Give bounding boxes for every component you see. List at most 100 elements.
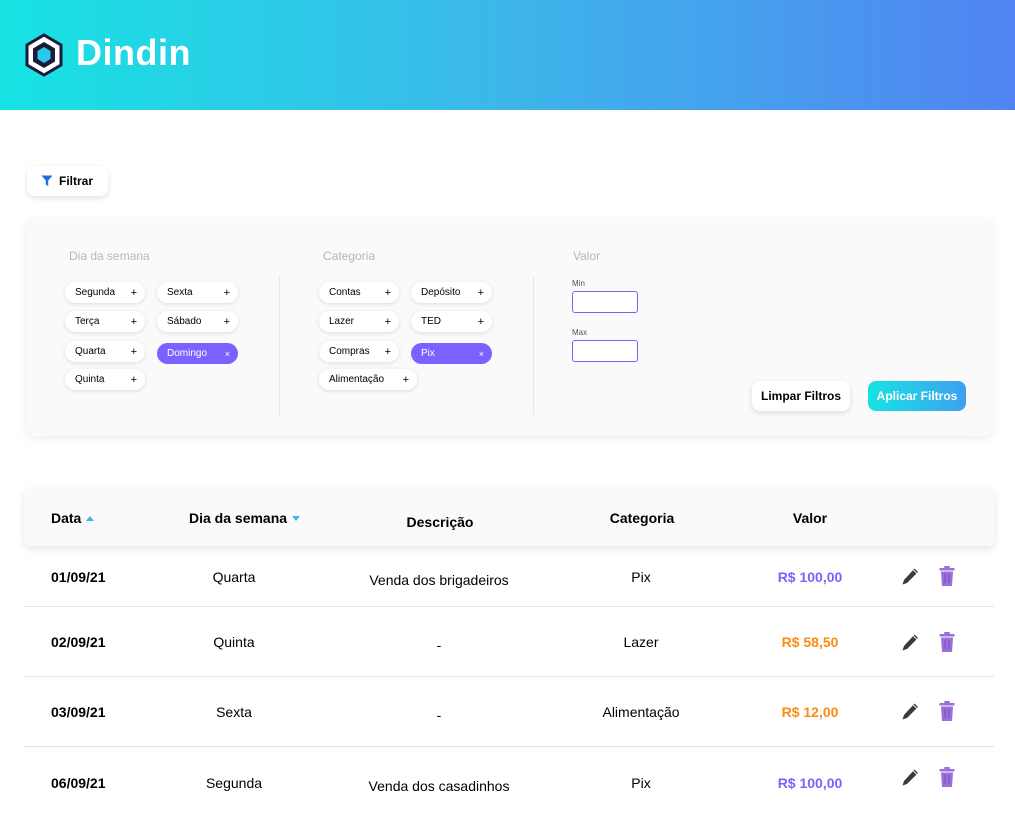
chip-label: Lazer (329, 316, 355, 327)
trash-icon[interactable] (937, 565, 957, 587)
plus-icon: + (384, 345, 391, 358)
filter-panel: Dia da semana Categoria Valor Segunda + … (26, 219, 993, 436)
plus-icon: + (223, 286, 230, 299)
trash-icon[interactable] (937, 700, 957, 722)
chip-deposito[interactable]: Depósito + (411, 282, 492, 303)
apply-filters-button[interactable]: Aplicar Filtros (868, 381, 966, 411)
table-row: 01/09/21 Quarta Venda dos brigadeiros Pi… (24, 548, 994, 607)
pencil-icon[interactable] (900, 632, 920, 654)
chip-ted[interactable]: TED + (411, 311, 492, 332)
chip-label: Contas (329, 287, 361, 298)
close-icon: × (224, 348, 230, 359)
chip-contas[interactable]: Contas + (319, 282, 399, 303)
weekday-filter-title: Dia da semana (69, 249, 150, 263)
max-label: Max (572, 328, 588, 337)
cell-category: Alimentação (602, 704, 680, 720)
cell-weekday: Sexta (216, 704, 252, 720)
chip-lazer[interactable]: Lazer + (319, 311, 399, 332)
chip-sabado[interactable]: Sábado + (157, 311, 238, 332)
cell-value: R$ 100,00 (777, 775, 843, 791)
column-header-label: Categoria (609, 510, 675, 526)
column-header-description: Descrição (407, 514, 474, 530)
min-label: Min (572, 279, 585, 288)
min-value-input[interactable] (572, 291, 638, 313)
divider (533, 277, 534, 415)
column-header-label: Valor (792, 510, 828, 526)
chip-label: Pix (421, 348, 435, 359)
plus-icon: + (384, 315, 391, 328)
chip-compras[interactable]: Compras + (319, 341, 399, 362)
filter-button-label: Filtrar (59, 174, 94, 188)
trash-icon[interactable] (937, 631, 957, 653)
brand-name: Dindin (76, 32, 191, 73)
plus-icon: + (223, 315, 230, 328)
chip-label: Segunda (75, 287, 116, 298)
plus-icon: + (384, 286, 391, 299)
filter-button[interactable]: Filtrar (27, 166, 108, 196)
chip-alimentacao[interactable]: Alimentação + (319, 369, 417, 390)
column-header-value: Valor (793, 510, 827, 526)
chip-terca[interactable]: Terça + (65, 311, 145, 332)
app-header: Dindin (0, 0, 1015, 110)
chip-label: Alimentação (329, 374, 385, 385)
table-header: Data Dia da semana Descrição Categoria V… (24, 488, 994, 546)
plus-icon: + (130, 373, 137, 386)
chip-label: Depósito (421, 287, 461, 298)
chip-label: Terça (75, 316, 100, 327)
cell-date: 02/09/21 (51, 634, 106, 650)
column-header-date[interactable]: Data (51, 510, 95, 526)
cell-description: - (436, 707, 442, 723)
chip-sexta[interactable]: Sexta + (157, 282, 238, 303)
hexagon-logo-icon (25, 33, 63, 77)
trash-icon[interactable] (937, 766, 957, 788)
pencil-icon[interactable] (900, 566, 920, 588)
table-row: 03/09/21 Sexta - Alimentação R$ 12,00 (24, 677, 994, 747)
plus-icon: + (130, 286, 137, 299)
cell-description: Venda dos brigadeiros (369, 572, 509, 588)
chip-label: Sábado (167, 316, 202, 327)
sort-ascending-icon (86, 515, 95, 521)
cell-value: R$ 100,00 (777, 569, 843, 585)
plus-icon: + (130, 315, 137, 328)
funnel-icon (41, 175, 53, 186)
cell-category: Pix (631, 775, 651, 791)
table-row: 02/09/21 Quinta - Lazer R$ 58,50 (24, 607, 994, 677)
table-row: 06/09/21 Segunda Venda dos casadinhos Pi… (24, 747, 994, 815)
sort-descending-icon (292, 515, 301, 521)
chip-label: Domingo (167, 348, 208, 359)
chip-pix-selected[interactable]: Pix × (411, 343, 492, 364)
cell-weekday: Quarta (212, 569, 256, 585)
chip-quarta[interactable]: Quarta + (65, 341, 145, 362)
cell-date: 03/09/21 (51, 704, 106, 720)
divider (279, 277, 280, 415)
chip-label: Sexta (167, 287, 193, 298)
chip-quinta[interactable]: Quinta + (65, 369, 145, 390)
column-header-label: Descrição (406, 514, 474, 530)
max-value-input[interactable] (572, 340, 638, 362)
cell-date: 06/09/21 (51, 775, 106, 791)
cell-date: 01/09/21 (51, 569, 106, 585)
chip-label: Compras (329, 346, 370, 357)
cell-weekday: Segunda (205, 775, 263, 791)
cell-category: Pix (631, 569, 651, 585)
cell-description: Venda dos casadinhos (368, 778, 510, 794)
chip-label: TED (421, 316, 441, 327)
plus-icon: + (402, 373, 409, 386)
clear-filters-button[interactable]: Limpar Filtros (752, 381, 850, 411)
plus-icon: + (477, 315, 484, 328)
chip-segunda[interactable]: Segunda + (65, 282, 145, 303)
plus-icon: + (130, 345, 137, 358)
category-filter-title: Categoria (323, 249, 376, 263)
chip-domingo-selected[interactable]: Domingo × (157, 343, 238, 364)
close-icon: × (478, 348, 484, 359)
pencil-icon[interactable] (900, 701, 920, 723)
plus-icon: + (477, 286, 484, 299)
chip-label: Quarta (75, 346, 106, 357)
column-header-weekday[interactable]: Dia da semana (189, 510, 301, 526)
cell-description: - (436, 637, 442, 653)
pencil-icon[interactable] (900, 767, 920, 789)
cell-value: R$ 12,00 (781, 704, 839, 720)
cell-category: Lazer (623, 634, 659, 650)
column-header-category: Categoria (610, 510, 675, 526)
cell-weekday: Quinta (213, 634, 255, 650)
